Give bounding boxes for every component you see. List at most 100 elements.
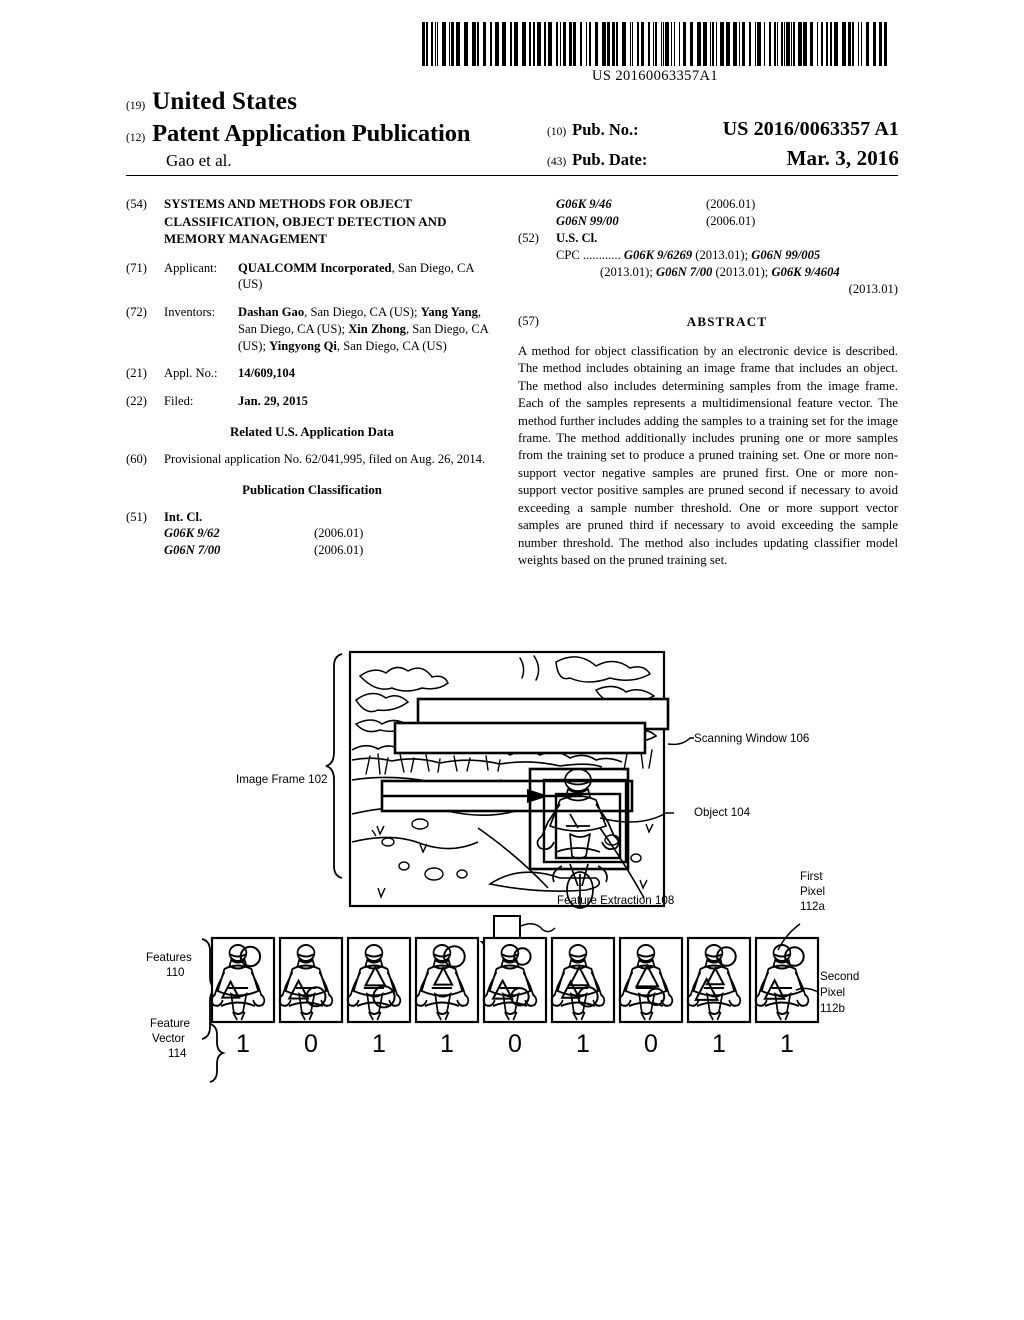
country-line: (19) United States [126, 88, 898, 116]
feature-vector-bit: 1 [712, 1030, 726, 1058]
pub-no-label: Pub. No.: [572, 120, 639, 139]
figure-1: Image Frame 102 Scanning Window 106 Obje… [0, 628, 1024, 1098]
filed-entry: (22) Filed: Jan. 29, 2015 [126, 393, 498, 410]
applicant-code: (71) [126, 260, 147, 275]
intcl-continued: G06K 9/46 (2006.01) G06N 99/00 (2006.01) [556, 196, 898, 229]
publication-meta: (10) Pub. No.: US 2016/0063357 A1 (43) P… [547, 118, 899, 176]
masthead: (19) United States (12) Patent Applicati… [126, 88, 899, 171]
right-column: G06K 9/46 (2006.01) G06N 99/00 (2006.01)… [518, 196, 898, 570]
cpc-code: G06K 9/6269 [623, 248, 693, 263]
intcl-row: G06N 99/00 (2006.01) [556, 213, 898, 230]
uscl-label: U.S. Cl. [556, 231, 598, 246]
code-12: (12) [126, 132, 146, 144]
related-text: Provisional application No. 62/041,995, … [164, 451, 486, 466]
filed-value: Jan. 29, 2015 [238, 394, 308, 409]
uscl-entry: (52) U.S. Cl. CPC ............ G06K 9/62… [518, 230, 898, 297]
intcl-code-value: G06K 9/46 [556, 197, 612, 211]
scanning-window-label: Scanning Window 106 [694, 732, 809, 745]
left-column: (54) SYSTEMS AND METHODS FOR OBJECT CLAS… [126, 196, 498, 570]
cpc-code: G06K 9/4604 [771, 264, 840, 279]
inventor-item: Yingyong Qi, San Diego, CA (US) [269, 338, 447, 353]
barcode-block: US 20160063357A1 [420, 22, 890, 85]
filed-code: (22) [126, 394, 147, 409]
cpc-version: (2013.01); [715, 264, 769, 279]
intcl-version: (2006.01) [314, 526, 364, 541]
cpc-version: (2013.01) [848, 281, 898, 296]
cpc-line-1: CPC ............ G06K 9/6269 (2013.01); … [556, 247, 898, 264]
cpc-prefix: CPC ............ [556, 248, 621, 263]
feature-extraction-leader [520, 923, 556, 933]
intcl-version: (2006.01) [706, 197, 756, 211]
appl-no-label: Appl. No.: [164, 366, 218, 381]
barcode-image [422, 22, 887, 66]
cpc-code: G06N 99/005 [751, 248, 821, 263]
cpc-code: G06N 7/00 [655, 264, 713, 279]
scanning-window-leader [667, 737, 694, 746]
feature-vector-bit: 0 [304, 1030, 318, 1058]
feature-vector-label-line2: Vector [152, 1032, 185, 1045]
features-label-line1: Features [146, 951, 192, 964]
intcl-row: G06N 7/00 (2006.01) [164, 542, 498, 559]
pub-date-label: Pub. Date: [572, 150, 648, 169]
intcl-entry: (51) Int. Cl. G06K 9/62 (2006.01) G06N 7… [126, 509, 498, 559]
code-43: (43) [547, 156, 567, 168]
cpc-line-2: (2013.01); G06N 7/00 (2013.01); G06K 9/4… [600, 264, 898, 281]
intcl-row: G06K 9/46 (2006.01) [556, 196, 898, 213]
image-frame-label: Image Frame 102 [236, 773, 328, 786]
related-code: (60) [126, 451, 147, 466]
intcl-version: (2006.01) [706, 213, 756, 228]
figure-svg: Image Frame 102 Scanning Window 106 Obje… [146, 650, 859, 1083]
second-pixel-line3: 112b [820, 1002, 845, 1015]
feature-vector-bit: 1 [576, 1030, 590, 1058]
first-pixel-line3: 112a [800, 900, 825, 913]
title-entry: (54) SYSTEMS AND METHODS FOR OBJECT CLAS… [126, 196, 498, 249]
abstract-text: A method for object classification by an… [518, 343, 898, 568]
abstract-heading-row: (57) ABSTRACT [518, 313, 898, 330]
feature-vector-brace [209, 1023, 226, 1083]
related-data-heading: Related U.S. Application Data [230, 424, 394, 439]
second-pixel-line2: Pixel [820, 986, 845, 999]
intcl-code-value: G06K 9/62 [164, 526, 220, 541]
pub-no-row: (10) Pub. No.: US 2016/0063357 A1 [547, 118, 899, 141]
publication-number-text: US 20160063357A1 [591, 68, 719, 84]
intcl-code-value: G06N 99/00 [556, 213, 619, 228]
title-code: (54) [126, 197, 147, 211]
feature-vector-row: 1 0 1 1 0 1 0 1 1 [236, 1030, 794, 1058]
applicant-value: QUALCOMM Incorporated, San Diego, CA (US… [238, 260, 498, 293]
applicant-entry: (71) Applicant: QUALCOMM Incorporated, S… [126, 260, 498, 293]
feature-vector-bit: 0 [508, 1030, 522, 1058]
inventors-label: Inventors: [164, 305, 216, 320]
feature-vector-bit: 1 [372, 1030, 386, 1058]
inventor-item: Dashan Gao, San Diego, CA (US); [238, 305, 418, 320]
appl-no-code: (21) [126, 366, 147, 381]
scanning-window-rect-2 [393, 721, 647, 755]
publication-classification-heading: Publication Classification [242, 482, 382, 497]
image-frame-brace [325, 653, 343, 879]
filed-label: Filed: [164, 394, 194, 409]
appl-no-value: 14/609,104 [238, 366, 296, 381]
inventors-code: (72) [126, 305, 147, 320]
intcl-code-value: G06N 7/00 [164, 543, 221, 558]
first-pixel-line2: Pixel [800, 885, 825, 898]
feature-vector-bit: 1 [440, 1030, 454, 1058]
cpc-version: (2013.01); [600, 264, 653, 279]
cpc-version: (2013.01); [695, 248, 749, 263]
document-type: Patent Application Publication [152, 120, 471, 147]
feature-extraction-label: Feature Extraction 108 [557, 894, 674, 907]
patent-front-page: US 20160063357A1 (19) United States (12)… [0, 0, 1024, 1320]
pub-date-row: (43) Pub. Date: Mar. 3, 2016 [547, 146, 899, 171]
intcl-version: (2006.01) [314, 543, 364, 558]
country-name: United States [152, 88, 298, 115]
abstract-heading: ABSTRACT [686, 314, 768, 330]
pub-no-value: US 2016/0063357 A1 [722, 118, 899, 140]
features-label-line2: 110 [166, 966, 184, 979]
object-label: Object 104 [694, 806, 751, 819]
abstract-code: (57) [518, 314, 539, 329]
invention-title: SYSTEMS AND METHODS FOR OBJECT CLASSIFIC… [164, 197, 447, 247]
appl-no-entry: (21) Appl. No.: 14/609,104 [126, 365, 498, 382]
code-10: (10) [547, 126, 567, 138]
feature-vector-bit: 1 [236, 1030, 250, 1058]
uscl-code: (52) [518, 231, 539, 246]
code-19: (19) [126, 100, 146, 112]
feature-vector-bit: 0 [644, 1030, 658, 1058]
